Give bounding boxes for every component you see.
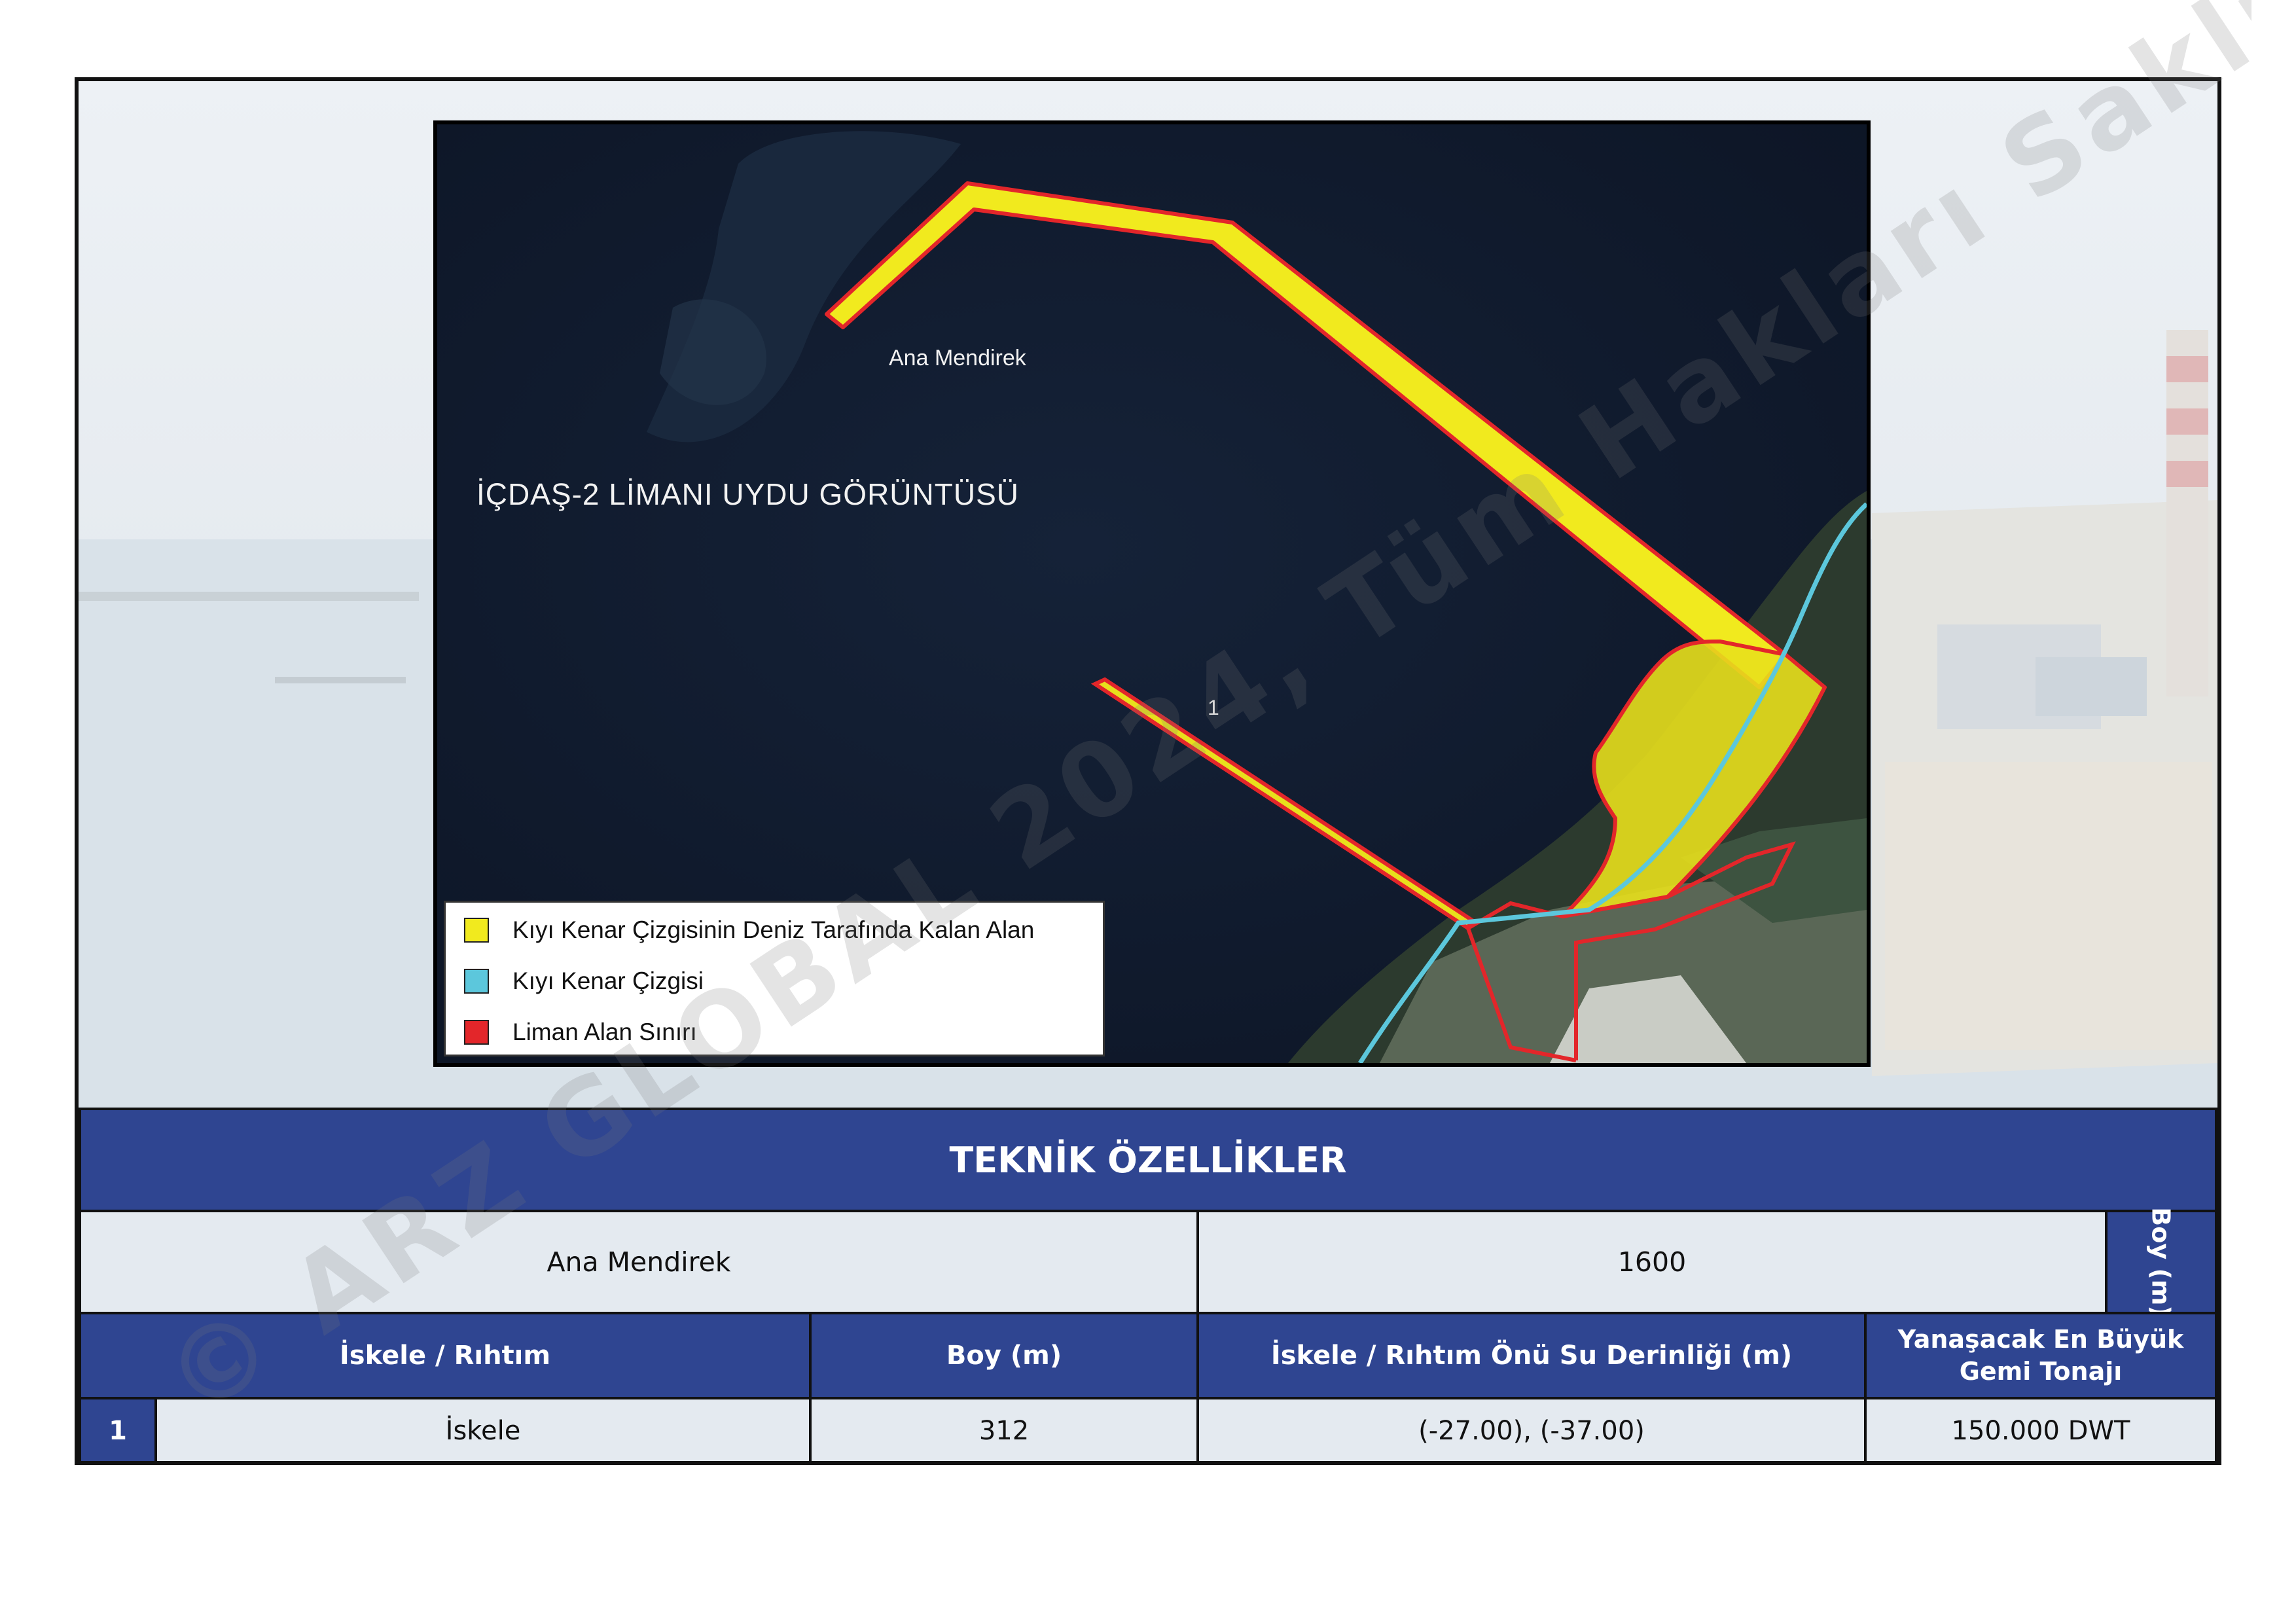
- row-number: 1: [79, 1397, 157, 1461]
- legend-item-port-boundary: Liman Alan Sınırı: [464, 1017, 697, 1048]
- pier-number-label: 1: [1208, 696, 1219, 719]
- legend-label: Liman Alan Sınırı: [512, 1019, 697, 1045]
- legend-item-coastline: Kıyı Kenar Çizgisi: [464, 965, 704, 997]
- legend-label: Kıyı Kenar Çizgisi: [512, 967, 704, 994]
- document-frame: Ana Mendirek İÇDAŞ-2 LİMANI UYDU GÖRÜNTÜ…: [75, 77, 2221, 1465]
- header-pier: İskele / Rıhtım: [79, 1312, 812, 1399]
- legend-swatch-red: [464, 1020, 489, 1045]
- header-tonnage: Yanaşacak En Büyük Gemi Tonajı: [1864, 1312, 2217, 1399]
- legend-item-sea-side-area: Kıyı Kenar Çizgisinin Deniz Tarafında Ka…: [464, 914, 1034, 946]
- breakwater-name: Ana Mendirek: [79, 1210, 1199, 1314]
- header-length: Boy (m): [809, 1312, 1199, 1399]
- breakwater-label: Ana Mendirek: [889, 346, 1026, 370]
- row-length: 312: [809, 1397, 1199, 1461]
- row-tonnage: 150.000 DWT: [1864, 1397, 2217, 1461]
- legend-swatch-cyan: [464, 969, 489, 994]
- breakwater-length: 1600: [1196, 1210, 2108, 1314]
- row-depth: (-27.00), (-37.00): [1196, 1397, 1867, 1461]
- row-pier-name: İskele: [154, 1397, 812, 1461]
- map-legend: Kıyı Kenar Çizgisinin Deniz Tarafında Ka…: [444, 901, 1105, 1056]
- breakwater-unit-label: Boy (m): [2147, 1207, 2176, 1317]
- legend-label: Kıyı Kenar Çizgisinin Deniz Tarafında Ka…: [512, 916, 1035, 943]
- breakwater-unit-cell: Boy (m): [2105, 1207, 2217, 1317]
- specs-heading: TEKNİK ÖZELLİKLER: [79, 1108, 2217, 1212]
- legend-swatch-yellow: [464, 918, 489, 943]
- map-title: İÇDAŞ-2 LİMANI UYDU GÖRÜNTÜSÜ: [476, 477, 1019, 511]
- header-depth: İskele / Rıhtım Önü Su Derinliği (m): [1196, 1312, 1867, 1399]
- satellite-map: Ana Mendirek İÇDAŞ-2 LİMANI UYDU GÖRÜNTÜ…: [433, 120, 1871, 1067]
